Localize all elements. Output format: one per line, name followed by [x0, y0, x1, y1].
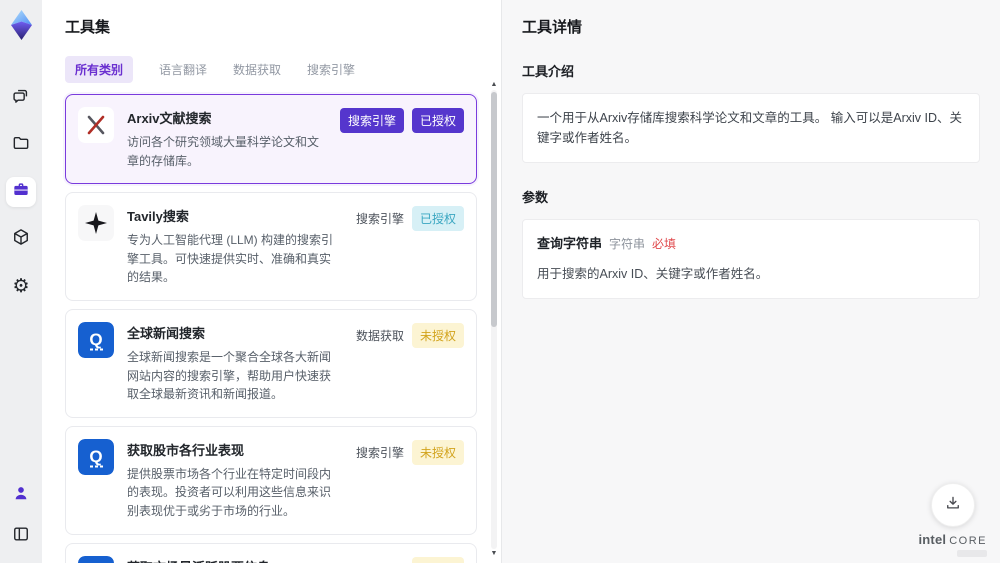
- corner-widgets: intel core: [918, 483, 987, 557]
- scrollbar-track[interactable]: [491, 90, 497, 549]
- tool-card[interactable]: Arxiv文献搜索 访问各个研究领域大量科学论文和文章的存储库。 搜索引擎 已授…: [65, 94, 477, 185]
- tool-description: 专为人工智能代理 (LLM) 构建的搜索引擎工具。可快速提供实时、准确和真实的结…: [127, 233, 334, 285]
- tool-name: Arxiv文献搜索: [127, 111, 212, 126]
- param-card: 查询字符串 字符串 必填 用于搜索的Arxiv ID、关键字或作者姓名。: [522, 219, 980, 299]
- arxiv-icon: [78, 107, 114, 143]
- category-tab[interactable]: 所有类别: [65, 56, 134, 83]
- briefcase-icon: [11, 180, 31, 205]
- tool-card[interactable]: Q 全球新闻搜索 全球新闻搜索是一个聚合全球各大新闻网站内容的搜索引擎，帮助用户…: [65, 308, 477, 418]
- auth-badge: 已授权: [411, 108, 464, 133]
- sidebar-item-chat[interactable]: [6, 83, 36, 113]
- sidebar-item-collapse[interactable]: [6, 521, 36, 551]
- tool-name: 获取市场最活跃股票信息: [127, 556, 343, 563]
- sidebar-item-toolbox[interactable]: [6, 177, 36, 207]
- tool-card[interactable]: Tavily搜索 专为人工智能代理 (LLM) 构建的搜索引擎工具。可快速提供实…: [65, 192, 477, 301]
- download-icon: [944, 494, 962, 517]
- category-tab[interactable]: 搜索引擎: [307, 61, 355, 78]
- svg-text:Q: Q: [89, 330, 102, 349]
- category-tab[interactable]: 数据获取: [233, 61, 281, 78]
- left-rail: ⚙: [0, 0, 42, 563]
- sparkle-icon: [78, 205, 114, 242]
- rail-bottom: [6, 480, 36, 551]
- cube-icon: [11, 227, 31, 252]
- download-button[interactable]: [930, 483, 975, 527]
- category-badge: 搜索引擎: [356, 557, 404, 563]
- sidebar-item-files[interactable]: [6, 130, 36, 160]
- brand-core: core: [949, 535, 987, 547]
- tool-description: 提供股票市场各个行业在特定时间段内的表现。投资者可以利用这些信息来识别表现优于或…: [127, 466, 332, 518]
- params-heading: 参数: [522, 190, 549, 205]
- tools-panel: 工具集 所有类别 语言翻译 数据获取 搜索引擎 Arxiv文献搜索 访问各个研究领域大…: [42, 0, 501, 563]
- param-description: 用于搜索的Arxiv ID、关键字或作者姓名。: [537, 266, 769, 281]
- category-badge: 数据获取: [355, 328, 404, 343]
- sidebar-item-packages[interactable]: [6, 224, 36, 254]
- param-type: 字符串: [609, 237, 646, 251]
- scroll-down-icon[interactable]: ▼: [491, 549, 498, 559]
- details-panel: 工具详情 工具介绍 一个用于从Arxiv存储库搜索科学论文和文章的工具。 输入可…: [501, 0, 1000, 563]
- news-logo-icon: Q: [78, 555, 114, 563]
- details-title: 工具详情: [522, 19, 583, 36]
- svg-text:Q: Q: [89, 447, 102, 466]
- scrollbar-thumb[interactable]: [491, 92, 497, 327]
- auth-badge: 未授权: [411, 439, 464, 465]
- intro-heading: 工具介绍: [522, 64, 575, 79]
- sidebar-item-account[interactable]: [6, 480, 36, 510]
- tool-name: 全球新闻搜索: [127, 325, 206, 341]
- news-logo-icon: Q: [78, 321, 114, 358]
- app-window: ⚙ 工具集 所有类别 语言翻译 数据获取 搜索引擎 Arxiv文献搜索 访问各个…: [0, 0, 1000, 563]
- app-logo: [8, 9, 35, 41]
- auth-badge: 已授权: [411, 206, 464, 232]
- page-title: 工具集: [65, 19, 111, 36]
- category-badge: 搜索引擎: [355, 445, 404, 460]
- category-badge: 搜索引擎: [355, 212, 404, 227]
- brand-watermark: [957, 550, 987, 557]
- intel-core-logo: intel core: [918, 532, 987, 547]
- gear-icon: ⚙: [12, 275, 30, 297]
- param-required-badge: 必填: [652, 237, 677, 251]
- panel-toggle-icon: [11, 524, 31, 549]
- tool-card[interactable]: Q 获取股市各行业表现 提供股票市场各个行业在特定时间段内的表现。投资者可以利用…: [65, 425, 477, 535]
- tool-card[interactable]: Q 获取市场最活跃股票信息 提供当天交易量最高的股票列表，投资者可以利用这些信息…: [65, 542, 477, 563]
- tool-name: 获取股市各行业表现: [127, 442, 245, 458]
- auth-badge: 未授权: [411, 556, 464, 563]
- news-logo-icon: Q: [78, 438, 114, 475]
- auth-badge: 未授权: [411, 322, 464, 348]
- tool-description: 访问各个研究领域大量科学论文和文章的存储库。: [127, 135, 320, 168]
- brand-intel: intel: [918, 532, 947, 547]
- chat-icon: [11, 86, 31, 111]
- sidebar-item-settings[interactable]: ⚙: [6, 271, 36, 301]
- category-badge: 搜索引擎: [339, 108, 404, 133]
- param-head: 查询字符串 字符串 必填: [537, 234, 965, 255]
- intro-text-box: 一个用于从Arxiv存储库搜索科学论文和文章的工具。 输入可以是Arxiv ID…: [522, 93, 980, 163]
- tool-name: Tavily搜索: [127, 209, 189, 225]
- category-tabs: 所有类别 语言翻译 数据获取 搜索引擎: [65, 56, 477, 83]
- tool-description: 全球新闻搜索是一个聚合全球各大新闻网站内容的搜索引擎，帮助用户快速获取全球最新资…: [127, 349, 332, 402]
- scrollbar[interactable]: ▲ ▼: [488, 80, 500, 559]
- category-tab[interactable]: 语言翻译: [159, 61, 207, 78]
- scroll-up-icon[interactable]: ▲: [491, 80, 498, 90]
- folder-icon: [11, 133, 31, 158]
- tool-list: Arxiv文献搜索 访问各个研究领域大量科学论文和文章的存储库。 搜索引擎 已授…: [65, 94, 477, 563]
- user-avatar-icon: [11, 483, 31, 508]
- param-name: 查询字符串: [537, 236, 603, 251]
- rail-nav: ⚙: [6, 83, 36, 301]
